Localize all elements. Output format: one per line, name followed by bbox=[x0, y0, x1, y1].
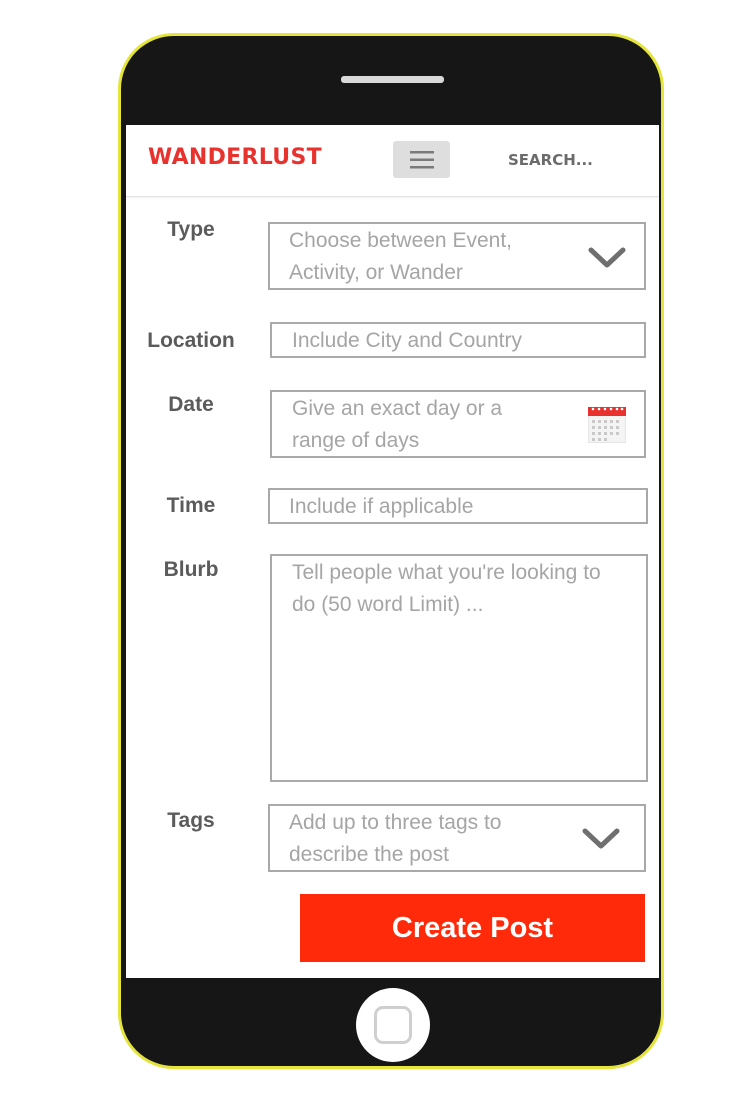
tags-label: Tags bbox=[167, 809, 215, 832]
date-input[interactable]: Give an exact day or a range of days bbox=[270, 390, 646, 458]
date-placeholder-line1: Give an exact day or a bbox=[292, 397, 503, 420]
create-post-button[interactable]: Create Post bbox=[300, 894, 645, 962]
date-label: Date bbox=[168, 393, 214, 416]
type-label: Type bbox=[167, 218, 215, 241]
phone-speaker bbox=[341, 76, 444, 83]
tags-select[interactable]: Add up to three tags to describe the pos… bbox=[268, 804, 646, 872]
chevron-down-icon bbox=[588, 247, 626, 268]
blurb-textarea[interactable]: Tell people what you're looking to do (5… bbox=[270, 554, 648, 782]
time-label: Time bbox=[166, 494, 216, 517]
location-input[interactable]: Include City and Country bbox=[270, 322, 646, 358]
menu-button[interactable] bbox=[393, 141, 450, 178]
home-button[interactable] bbox=[356, 988, 430, 1062]
type-select[interactable]: Choose between Event, Activity, or Wande… bbox=[268, 222, 646, 290]
app-header: WANDERLUST SEARCH... bbox=[126, 125, 659, 197]
blurb-label: Blurb bbox=[163, 558, 219, 581]
hamburger-icon bbox=[409, 150, 434, 168]
calendar-icon[interactable] bbox=[588, 407, 626, 443]
type-placeholder-line1: Choose between Event, bbox=[289, 229, 512, 252]
time-input[interactable]: Include if applicable bbox=[268, 488, 648, 524]
time-placeholder: Include if applicable bbox=[289, 495, 474, 518]
blurb-placeholder-line1: Tell people what you're looking to bbox=[292, 561, 601, 584]
date-placeholder-line2: range of days bbox=[292, 429, 420, 452]
tags-placeholder-line1: Add up to three tags to bbox=[289, 811, 502, 834]
search-link[interactable]: SEARCH... bbox=[508, 151, 593, 169]
brand-logo[interactable]: WANDERLUST bbox=[148, 145, 322, 170]
tags-placeholder-line2: describe the post bbox=[289, 843, 449, 866]
home-button-square-icon bbox=[374, 1006, 412, 1044]
location-label: Location bbox=[147, 329, 235, 352]
location-placeholder: Include City and Country bbox=[292, 329, 522, 352]
blurb-placeholder-line2: do (50 word Limit) ... bbox=[292, 593, 484, 616]
type-placeholder-line2: Activity, or Wander bbox=[289, 261, 463, 284]
chevron-down-icon bbox=[582, 828, 620, 849]
